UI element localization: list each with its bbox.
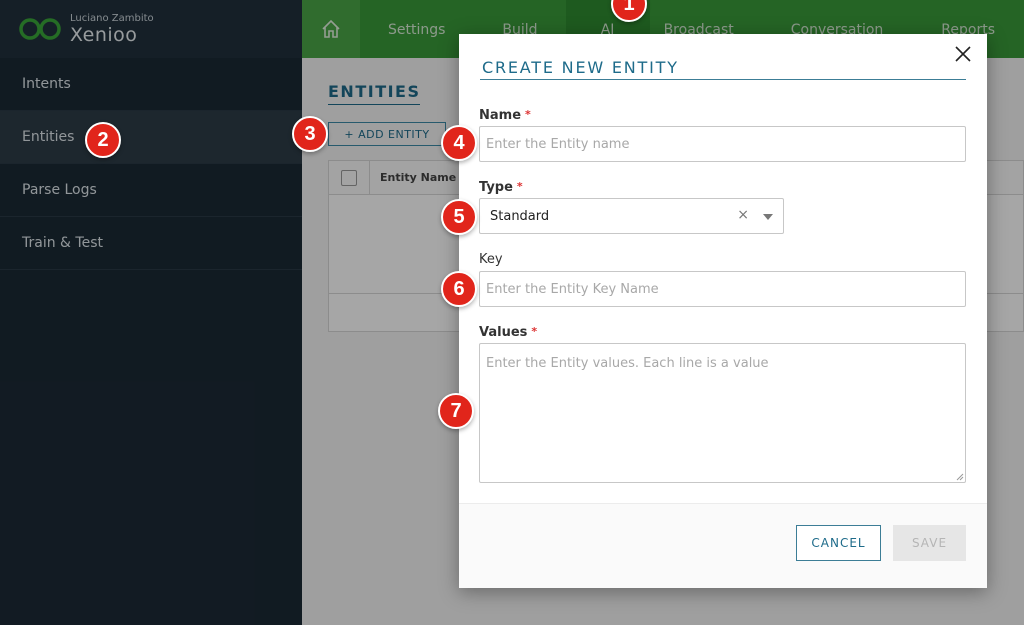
annotation-badge-6: 6 — [441, 271, 477, 307]
entity-name-input[interactable] — [479, 126, 966, 162]
entity-key-input[interactable] — [479, 271, 966, 307]
annotation-badge-4: 4 — [441, 125, 477, 161]
type-label: Type * — [479, 180, 523, 195]
dialog-title-divider — [480, 79, 966, 80]
annotation-badge-5: 5 — [441, 199, 477, 235]
entity-values-textarea[interactable] — [479, 343, 966, 483]
dialog-title: CREATE NEW ENTITY — [482, 58, 679, 77]
annotation-badge-7: 7 — [438, 393, 474, 429]
save-button[interactable]: SAVE — [893, 525, 966, 561]
entity-type-select[interactable]: Standard × — [479, 198, 784, 234]
close-icon[interactable] — [951, 42, 975, 66]
required-marker: * — [516, 180, 523, 193]
required-marker: * — [525, 108, 531, 121]
required-marker: * — [531, 325, 538, 338]
cancel-button[interactable]: CANCEL — [796, 525, 881, 561]
annotation-badge-2: 2 — [85, 122, 121, 158]
key-label: Key — [479, 252, 503, 267]
annotation-badge-3: 3 — [292, 116, 328, 152]
clear-selection-icon[interactable]: × — [737, 207, 749, 223]
values-label: Values * — [479, 325, 538, 340]
chevron-down-icon[interactable] — [763, 214, 773, 220]
name-label: Name * — [479, 108, 531, 123]
dialog-footer: CANCEL SAVE — [459, 503, 987, 588]
create-entity-dialog: CREATE NEW ENTITY Name* Type* Standard ×… — [459, 34, 987, 588]
resize-handle-icon[interactable] — [956, 473, 964, 481]
selected-type-value: Standard — [490, 208, 550, 224]
